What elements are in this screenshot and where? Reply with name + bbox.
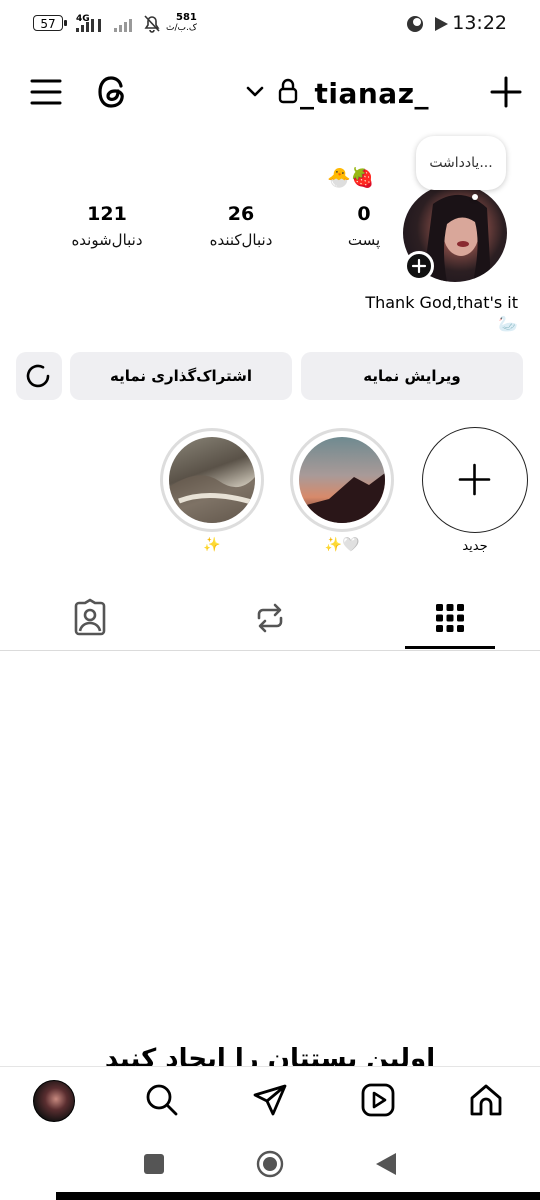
following-count: 121 [87, 203, 127, 225]
plus-icon[interactable] [490, 76, 522, 108]
screen-bottom-edge [56, 1192, 540, 1200]
empty-state: اولین پستتان را ایجاد کنید [0, 1040, 540, 1066]
posts-count: 0 [357, 203, 371, 225]
bio: Thank God,that's it 🦢 [365, 293, 518, 333]
posts-label: پست [347, 231, 381, 249]
new-highlight-button[interactable] [422, 427, 528, 533]
followers-label: دنبال‌کننده [209, 231, 273, 249]
landscape-photo [169, 475, 255, 523]
plus-icon [411, 258, 427, 274]
reposts-icon[interactable] [250, 598, 290, 638]
lock-icon [278, 78, 298, 104]
stat-posts[interactable]: 0 پست [304, 203, 424, 249]
direct-icon[interactable] [252, 1082, 288, 1118]
add-story-badge[interactable] [404, 251, 434, 281]
search-icon[interactable] [144, 1082, 180, 1118]
profile-avatar[interactable] [33, 1080, 75, 1122]
chevron-down-icon[interactable] [245, 84, 265, 100]
note-text: یادداشت... [429, 155, 493, 171]
threads-icon[interactable] [96, 74, 130, 110]
signal-icon [76, 19, 132, 32]
share-profile-button[interactable]: اشتراک‌گذاری نمایه [70, 352, 292, 400]
mute-bell-icon [144, 15, 160, 33]
tagged-icon[interactable] [70, 598, 110, 638]
highlight-label: ✨🤍 [324, 537, 360, 553]
note-bubble[interactable]: یادداشت... [416, 136, 506, 190]
note-emojis: 🐣🍓 [327, 167, 375, 189]
speed-unit: ک.ب/ث [166, 23, 197, 33]
highlight-item[interactable] [160, 428, 264, 532]
play-store-icon [435, 17, 448, 31]
following-label: دنبال‌شونده [71, 231, 143, 249]
highlight-label-new: جدید [462, 539, 488, 554]
home-button[interactable] [256, 1150, 284, 1178]
highlight-label: ✨ [203, 537, 221, 553]
highlight-cover [169, 437, 255, 523]
empty-state-title: اولین پستتان را ایجاد کنید [104, 1044, 436, 1066]
highlight-cover [299, 437, 385, 523]
menu-icon[interactable] [30, 78, 62, 106]
reels-icon[interactable] [360, 1082, 396, 1118]
loading-spinner-icon [26, 364, 50, 388]
tabs-divider [0, 650, 540, 651]
grid-icon[interactable] [430, 598, 470, 638]
recents-button[interactable] [144, 1154, 164, 1174]
profile-header [0, 62, 540, 122]
discover-people-button[interactable] [16, 352, 62, 400]
highlight-item[interactable] [290, 428, 394, 532]
plus-icon [458, 463, 491, 496]
bio-text: Thank God,that's it [365, 293, 518, 312]
mountain-photo [299, 473, 385, 523]
battery-level: 57 [40, 17, 56, 31]
stat-followers[interactable]: 26 دنبال‌کننده [181, 203, 301, 249]
battery-indicator: 57 [33, 15, 67, 31]
clock: 13:22 [452, 12, 507, 34]
edit-profile-button[interactable]: ویرایش نمایه [301, 352, 523, 400]
note-bubble-dot [472, 194, 478, 200]
followers-count: 26 [227, 203, 255, 225]
status-bar: 57 4G 581 ک.ب/ث 13:22 [0, 0, 540, 48]
speed-value: 581 [176, 12, 197, 23]
active-tab-indicator [405, 646, 495, 649]
home-icon[interactable] [468, 1082, 504, 1118]
app-notification-icon [407, 16, 423, 32]
back-button[interactable] [374, 1151, 398, 1177]
username[interactable]: _tianaz_ [300, 77, 429, 110]
stat-following[interactable]: 121 دنبال‌شونده [47, 203, 167, 249]
bio-emoji: 🦢 [498, 314, 518, 333]
